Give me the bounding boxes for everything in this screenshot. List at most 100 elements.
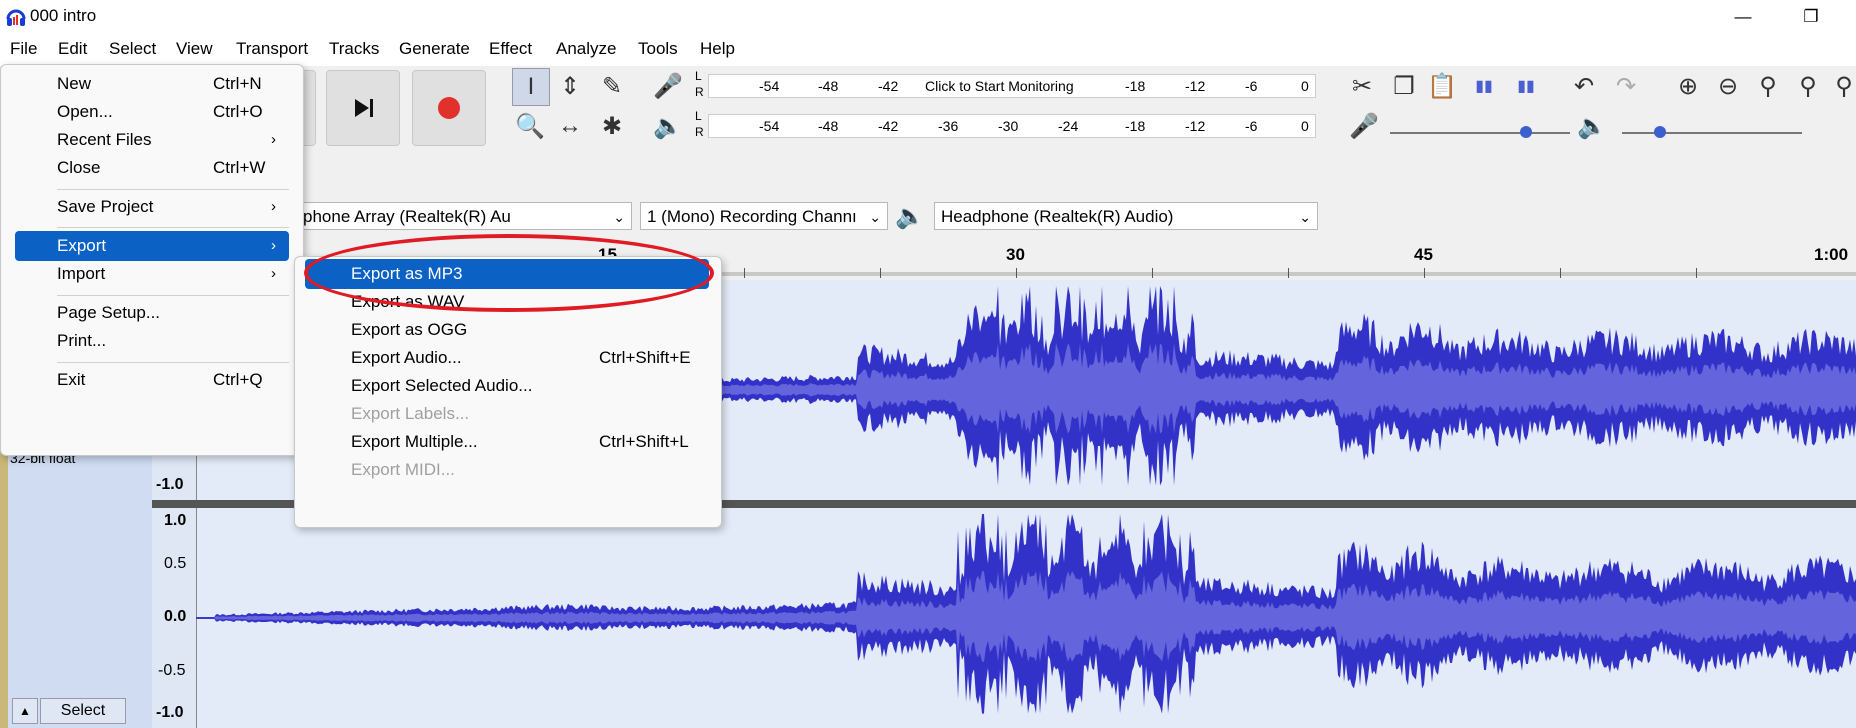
- record-meter-mic-icon[interactable]: 🎤: [650, 68, 686, 104]
- record-icon: [438, 97, 460, 119]
- meter-tick: -6: [1245, 78, 1258, 94]
- ruler-label: 1:00: [1814, 245, 1849, 264]
- trim-audio-icon[interactable]: ▮▮: [1466, 68, 1502, 104]
- ruler-tick: [744, 268, 745, 278]
- menu-transport[interactable]: Transport: [232, 39, 312, 59]
- recording-channels-dropdown[interactable]: 1 (Mono) Recording Channı ⌄: [640, 202, 888, 230]
- audacity-logo-icon: [6, 9, 26, 26]
- redo-icon[interactable]: ↷: [1608, 68, 1644, 104]
- meter-tick: -42: [878, 118, 899, 134]
- waveform-right-channel[interactable]: [196, 510, 1856, 726]
- timeshift-tool-icon[interactable]: ↔: [552, 108, 588, 144]
- fit-selection-icon[interactable]: ⚲: [1750, 68, 1786, 104]
- menu-item-export-labels: Export Labels...: [351, 404, 470, 423]
- recording-channels-value: 1 (Mono) Recording Channı: [647, 207, 857, 226]
- chevron-right-icon: ›: [271, 131, 276, 148]
- menu-item-export[interactable]: Export ›: [15, 231, 289, 261]
- playback-volume-thumb[interactable]: [1654, 126, 1666, 138]
- recording-volume-mic-icon: 🎤: [1349, 112, 1379, 140]
- meter-left-label: L: [695, 109, 702, 123]
- menu-item-import[interactable]: Import ›: [15, 259, 289, 289]
- menu-item-exit[interactable]: Exit Ctrl+Q: [15, 365, 289, 395]
- multi-tool-icon[interactable]: ✱: [594, 108, 630, 144]
- silence-audio-icon[interactable]: ▮▮: [1508, 68, 1544, 104]
- track-select-button[interactable]: Select: [40, 698, 126, 724]
- recording-device-dropdown[interactable]: phone Array (Realtek(R) Au ⌄: [296, 202, 632, 230]
- menu-file[interactable]: File: [6, 39, 41, 59]
- meter-right-label: R: [695, 125, 704, 139]
- envelope-tool-icon[interactable]: ⇕: [552, 68, 588, 104]
- skip-end-icon: [355, 99, 373, 117]
- menu-effect[interactable]: Effect: [485, 39, 536, 59]
- menu-tools[interactable]: Tools: [634, 39, 682, 59]
- collapse-track-icon[interactable]: ▲: [12, 698, 38, 724]
- ruler-label: 45: [1414, 245, 1433, 264]
- recording-device-value: phone Array (Realtek(R) Au: [303, 207, 511, 226]
- minimize-icon[interactable]: —: [1726, 4, 1760, 30]
- menu-separator: [57, 362, 289, 363]
- start-monitoring-label[interactable]: Click to Start Monitoring: [925, 78, 1074, 94]
- menu-item-page-setup[interactable]: Page Setup...: [15, 298, 289, 328]
- zoom-toggle-icon[interactable]: ⚲: [1826, 68, 1856, 104]
- menu-separator: [57, 227, 289, 228]
- ruler-tick: [1016, 268, 1017, 278]
- playback-meter-speaker-icon[interactable]: 🔈: [650, 108, 686, 144]
- meter-tick: 0: [1301, 118, 1309, 134]
- cut-icon[interactable]: ✂: [1344, 68, 1380, 104]
- menu-view[interactable]: View: [172, 39, 217, 59]
- menu-item-export-mp3[interactable]: Export as MP3: [305, 259, 709, 289]
- playback-volume-slider[interactable]: [1622, 132, 1802, 134]
- skip-to-end-button[interactable]: [326, 70, 400, 146]
- playback-device-value: Headphone (Realtek(R) Audio): [941, 207, 1174, 226]
- menu-item-export-ogg[interactable]: Export as OGG: [305, 315, 709, 345]
- meter-tick: -6: [1245, 118, 1258, 134]
- meter-tick: -24: [1058, 118, 1079, 134]
- recording-volume-slider[interactable]: [1390, 132, 1570, 134]
- menu-item-recent-files[interactable]: Recent Files ›: [15, 125, 289, 155]
- meter-tick: -18: [1125, 78, 1146, 94]
- paste-icon[interactable]: 📋: [1424, 68, 1460, 104]
- meter-right-label: R: [695, 85, 704, 99]
- meter-tick: -12: [1185, 118, 1206, 134]
- draw-tool-icon[interactable]: ✎: [594, 68, 630, 104]
- menu-help[interactable]: Help: [696, 39, 739, 59]
- copy-icon[interactable]: ❐: [1386, 68, 1422, 104]
- meter-tick: 0: [1301, 78, 1309, 94]
- ruler-tick: [1424, 268, 1425, 278]
- zoom-out-icon[interactable]: ⊖: [1710, 68, 1746, 104]
- meter-tick: -36: [938, 118, 959, 134]
- menu-item-open[interactable]: Open... Ctrl+O: [15, 97, 289, 127]
- menu-item-save-project[interactable]: Save Project ›: [15, 192, 289, 222]
- restore-icon[interactable]: ❐: [1794, 4, 1828, 30]
- meter-tick: -48: [818, 78, 839, 94]
- window-title: 000 intro: [30, 6, 97, 25]
- menu-select[interactable]: Select: [105, 39, 160, 59]
- record-button[interactable]: [412, 70, 486, 146]
- recording-volume-thumb[interactable]: [1520, 126, 1532, 138]
- menu-item-export-selected-audio[interactable]: Export Selected Audio...: [305, 371, 709, 401]
- menu-generate[interactable]: Generate: [395, 39, 474, 59]
- undo-icon[interactable]: ↶: [1566, 68, 1602, 104]
- zoom-in-icon[interactable]: ⊕: [1670, 68, 1706, 104]
- title-bar: 000 intro — ❐: [0, 0, 1856, 34]
- export-submenu: Export as MP3 Export as WAV Export as OG…: [294, 256, 722, 528]
- record-meter[interactable]: -54 -48 -42 Click to Start Monitoring -1…: [708, 74, 1316, 98]
- zoom-tool-icon[interactable]: 🔍: [512, 108, 548, 144]
- menu-edit[interactable]: Edit: [54, 39, 91, 59]
- playback-device-dropdown[interactable]: Headphone (Realtek(R) Audio) ⌄: [934, 202, 1318, 230]
- menu-item-print[interactable]: Print...: [15, 326, 289, 356]
- ruler-label: 30: [1006, 245, 1025, 264]
- ruler-tick: [1288, 268, 1289, 278]
- menu-item-new[interactable]: New Ctrl+N: [15, 69, 289, 99]
- fit-project-icon[interactable]: ⚲: [1790, 68, 1826, 104]
- menu-item-export-multiple[interactable]: Export Multiple... Ctrl+Shift+L: [305, 427, 709, 457]
- menu-tracks[interactable]: Tracks: [325, 39, 383, 59]
- menu-item-export-wav[interactable]: Export as WAV: [305, 287, 709, 317]
- playback-meter[interactable]: -54 -48 -42 -36 -30 -24 -18 -12 -6 0: [708, 114, 1316, 138]
- menu-item-export-audio[interactable]: Export Audio... Ctrl+Shift+E: [305, 343, 709, 373]
- meter-tick: -30: [998, 118, 1019, 134]
- menu-item-close[interactable]: Close Ctrl+W: [15, 153, 289, 183]
- menu-analyze[interactable]: Analyze: [552, 39, 620, 59]
- meter-tick: -18: [1125, 118, 1146, 134]
- selection-tool-icon[interactable]: I: [512, 68, 550, 106]
